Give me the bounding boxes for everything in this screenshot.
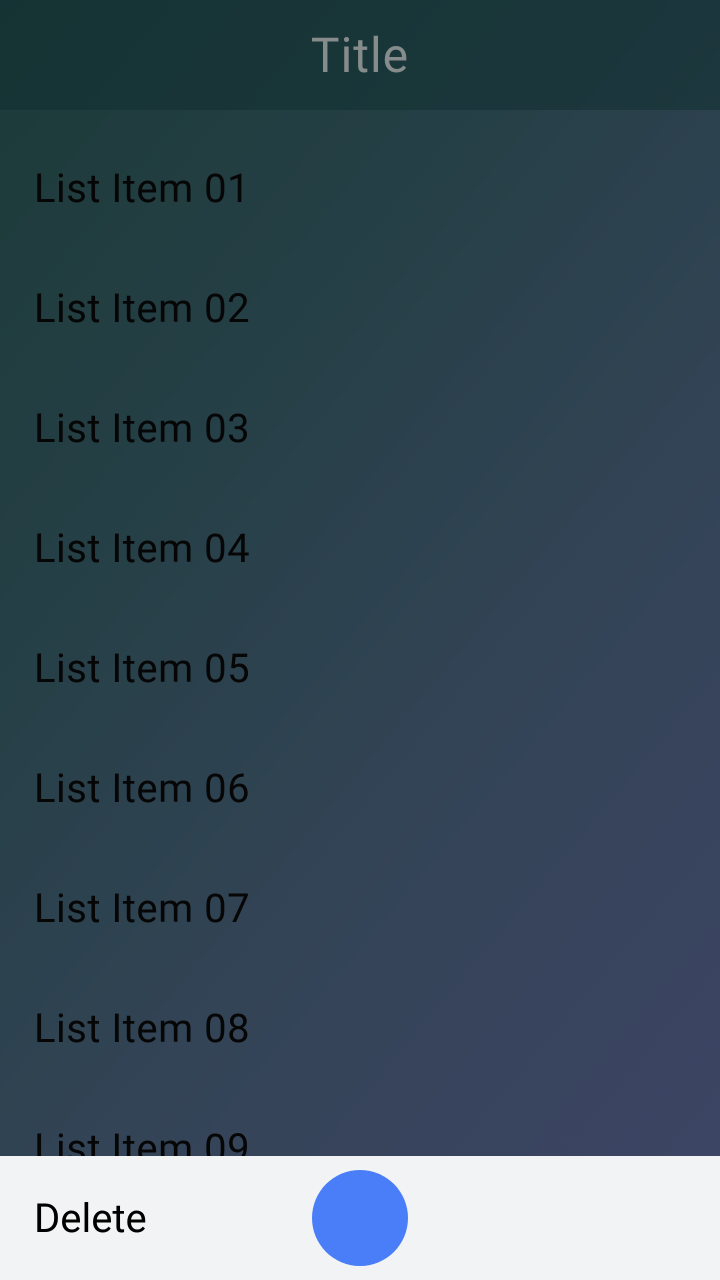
list-item-label: List Item 04 [34, 525, 250, 572]
list-item-label: List Item 05 [34, 645, 250, 692]
toolbar-center [312, 1170, 408, 1266]
list-item[interactable]: List Item 02 [0, 248, 720, 368]
list-item-label: List Item 08 [34, 1005, 250, 1052]
toolbar: Delete [0, 1156, 720, 1280]
list-item[interactable]: List Item 05 [0, 608, 720, 728]
list-item-label: List Item 07 [34, 885, 250, 932]
delete-button[interactable]: Delete [0, 1195, 147, 1242]
list-item[interactable]: List Item 06 [0, 728, 720, 848]
list-item-label: List Item 06 [34, 765, 250, 812]
page-title: Title [311, 27, 409, 84]
list-item[interactable]: List Item 01 [0, 128, 720, 248]
list-item[interactable]: List Item 03 [0, 368, 720, 488]
list-item-label: List Item 01 [34, 165, 250, 212]
list-item[interactable]: List Item 08 [0, 968, 720, 1088]
screen: Title List Item 01 List Item 02 List Ite… [0, 0, 720, 1280]
list[interactable]: List Item 01 List Item 02 List Item 03 L… [0, 110, 720, 1208]
list-item[interactable]: List Item 04 [0, 488, 720, 608]
header-bar: Title [0, 0, 720, 110]
list-item-label: List Item 02 [34, 285, 250, 332]
list-item-label: List Item 03 [34, 405, 250, 452]
list-item[interactable]: List Item 07 [0, 848, 720, 968]
floating-action-button[interactable] [312, 1170, 408, 1266]
